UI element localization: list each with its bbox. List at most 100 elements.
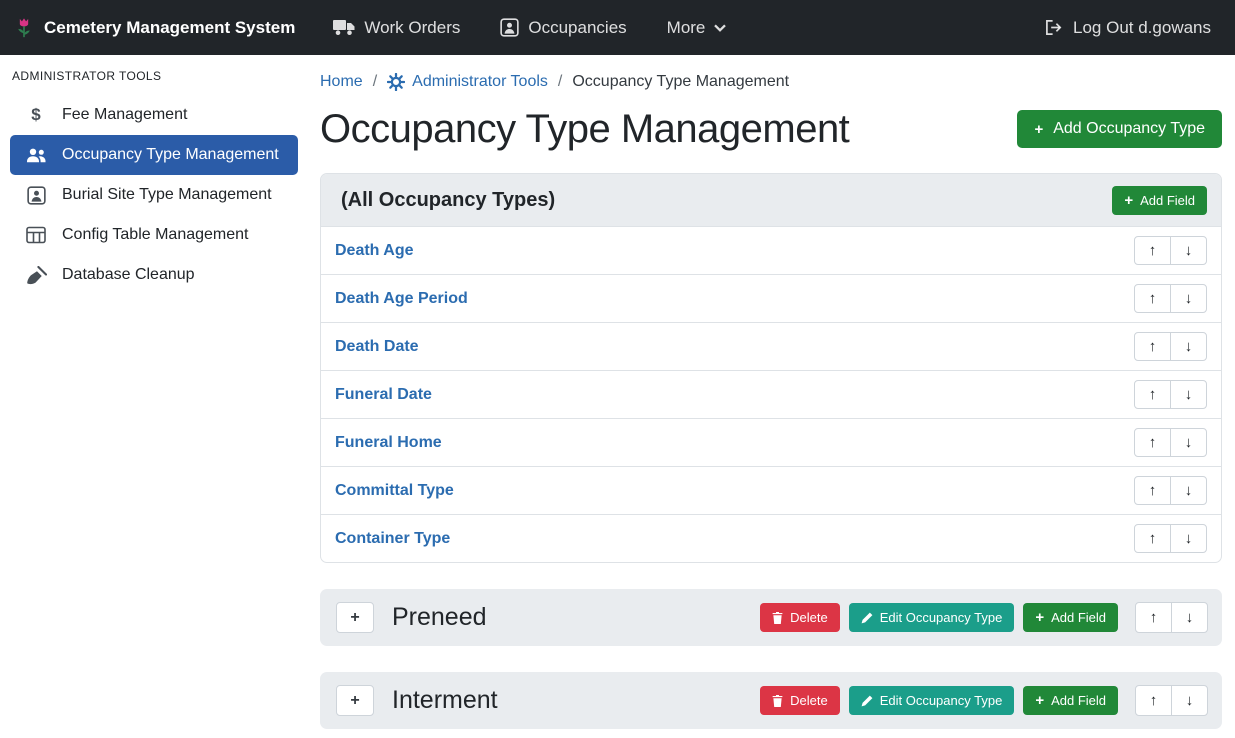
- add-field-label: Add Field: [1051, 693, 1106, 708]
- panel-title: (All Occupancy Types): [341, 189, 555, 212]
- nav-occupancies[interactable]: Occupancies: [500, 18, 626, 38]
- move-up-button[interactable]: ↑: [1135, 685, 1172, 716]
- reorder-group: ↑ ↓: [1134, 428, 1207, 457]
- move-down-button[interactable]: ↓: [1170, 284, 1207, 313]
- field-link-death-date[interactable]: Death Date: [335, 338, 419, 356]
- breadcrumb: Home / Administrator Tools / Occupancy T…: [320, 73, 1222, 91]
- reorder-group: ↑ ↓: [1135, 685, 1208, 716]
- logout-icon: [1045, 19, 1064, 36]
- move-down-button[interactable]: ↓: [1170, 332, 1207, 361]
- delete-button[interactable]: Delete: [760, 603, 840, 632]
- edit-label: Edit Occupancy Type: [880, 610, 1003, 625]
- add-field-label: Add Field: [1140, 193, 1195, 208]
- add-occupancy-type-button[interactable]: + Add Occupancy Type: [1017, 110, 1222, 148]
- move-down-button[interactable]: ↓: [1170, 236, 1207, 265]
- breadcrumb-home-link[interactable]: Home: [320, 73, 363, 91]
- field-row: Death Date ↑ ↓: [321, 322, 1221, 370]
- add-field-label: Add Field: [1051, 610, 1106, 625]
- nav-more[interactable]: More: [667, 18, 727, 38]
- section-name: Preneed: [392, 603, 487, 632]
- field-row: Container Type ↑ ↓: [321, 514, 1221, 562]
- reorder-group: ↑ ↓: [1134, 332, 1207, 361]
- sidebar-item-fee-management[interactable]: $ Fee Management: [0, 95, 308, 135]
- move-up-button[interactable]: ↑: [1134, 524, 1171, 553]
- field-link-container-type[interactable]: Container Type: [335, 530, 450, 548]
- plus-icon: +: [1034, 122, 1043, 137]
- breadcrumb-admin-tools-link[interactable]: Administrator Tools: [412, 73, 548, 91]
- navbar-links: Work Orders Occupancies More: [333, 18, 726, 38]
- nav-work-orders[interactable]: Work Orders: [333, 18, 460, 38]
- users-icon: [24, 147, 48, 163]
- field-link-committal-type[interactable]: Committal Type: [335, 482, 454, 500]
- gear-icon: [387, 73, 405, 91]
- move-up-button[interactable]: ↑: [1134, 236, 1171, 265]
- trash-icon: [772, 695, 783, 707]
- brand[interactable]: Cemetery Management System: [14, 15, 295, 41]
- add-field-button[interactable]: + Add Field: [1112, 186, 1207, 215]
- reorder-group: ↑ ↓: [1134, 284, 1207, 313]
- nav-work-orders-label: Work Orders: [364, 18, 460, 38]
- field-row: Committal Type ↑ ↓: [321, 466, 1221, 514]
- move-down-button[interactable]: ↓: [1171, 685, 1208, 716]
- sidebar-item-burial-site-type-management[interactable]: Burial Site Type Management: [0, 175, 308, 215]
- field-row: Funeral Home ↑ ↓: [321, 418, 1221, 466]
- reorder-group: ↑ ↓: [1134, 236, 1207, 265]
- add-field-button[interactable]: + Add Field: [1023, 603, 1118, 632]
- person-frame-icon: [24, 186, 48, 205]
- edit-occupancy-type-button[interactable]: Edit Occupancy Type: [849, 686, 1015, 715]
- chevron-down-icon: [714, 24, 726, 32]
- move-down-button[interactable]: ↓: [1171, 602, 1208, 633]
- sidebar-item-label: Config Table Management: [62, 226, 249, 244]
- field-link-funeral-date[interactable]: Funeral Date: [335, 386, 432, 404]
- reorder-group: ↑ ↓: [1134, 524, 1207, 553]
- sidebar-heading: ADMINISTRATOR TOOLS: [0, 65, 308, 95]
- broom-icon: [24, 266, 48, 285]
- flower-logo-icon: [14, 15, 34, 41]
- logout-label: Log Out d.gowans: [1073, 18, 1211, 38]
- move-up-button[interactable]: ↑: [1134, 284, 1171, 313]
- breadcrumb-current: Occupancy Type Management: [572, 73, 789, 91]
- field-row: Death Age ↑ ↓: [321, 226, 1221, 274]
- delete-label: Delete: [790, 610, 828, 625]
- move-down-button[interactable]: ↓: [1170, 476, 1207, 505]
- edit-occupancy-type-button[interactable]: Edit Occupancy Type: [849, 603, 1015, 632]
- nav-more-label: More: [667, 18, 706, 38]
- reorder-group: ↑ ↓: [1134, 380, 1207, 409]
- field-link-funeral-home[interactable]: Funeral Home: [335, 434, 442, 452]
- sidebar-item-label: Occupancy Type Management: [62, 146, 279, 164]
- section-name: Interment: [392, 686, 498, 715]
- dollar-icon: $: [24, 105, 48, 125]
- sidebar-item-label: Database Cleanup: [62, 266, 195, 284]
- move-up-button[interactable]: ↑: [1134, 332, 1171, 361]
- sidebar-item-config-table-management[interactable]: Config Table Management: [0, 215, 308, 255]
- move-down-button[interactable]: ↓: [1170, 380, 1207, 409]
- expand-button[interactable]: +: [336, 685, 374, 716]
- work-orders-icon: [333, 19, 355, 36]
- pencil-icon: [861, 695, 873, 707]
- reorder-group: ↑ ↓: [1135, 602, 1208, 633]
- logout-button[interactable]: Log Out d.gowans: [1045, 18, 1211, 38]
- sidebar-item-label: Fee Management: [62, 106, 187, 124]
- trash-icon: [772, 612, 783, 624]
- move-up-button[interactable]: ↑: [1134, 428, 1171, 457]
- main-content: Home / Administrator Tools / Occupancy T…: [308, 55, 1235, 738]
- field-link-death-age[interactable]: Death Age: [335, 242, 414, 260]
- move-down-button[interactable]: ↓: [1170, 428, 1207, 457]
- all-occupancy-types-panel: (All Occupancy Types) + Add Field Death …: [320, 173, 1222, 563]
- expand-button[interactable]: +: [336, 602, 374, 633]
- field-link-death-age-period[interactable]: Death Age Period: [335, 290, 468, 308]
- move-up-button[interactable]: ↑: [1135, 602, 1172, 633]
- move-down-button[interactable]: ↓: [1170, 524, 1207, 553]
- plus-icon: +: [1035, 693, 1044, 708]
- reorder-group: ↑ ↓: [1134, 476, 1207, 505]
- sidebar-item-occupancy-type-management[interactable]: Occupancy Type Management: [10, 135, 298, 175]
- breadcrumb-separator: /: [373, 73, 377, 91]
- field-row: Funeral Date ↑ ↓: [321, 370, 1221, 418]
- sidebar-item-database-cleanup[interactable]: Database Cleanup: [0, 255, 308, 295]
- delete-button[interactable]: Delete: [760, 686, 840, 715]
- sidebar-item-label: Burial Site Type Management: [62, 186, 272, 204]
- move-up-button[interactable]: ↑: [1134, 476, 1171, 505]
- sidebar: ADMINISTRATOR TOOLS $ Fee Management Occ…: [0, 55, 308, 738]
- move-up-button[interactable]: ↑: [1134, 380, 1171, 409]
- add-field-button[interactable]: + Add Field: [1023, 686, 1118, 715]
